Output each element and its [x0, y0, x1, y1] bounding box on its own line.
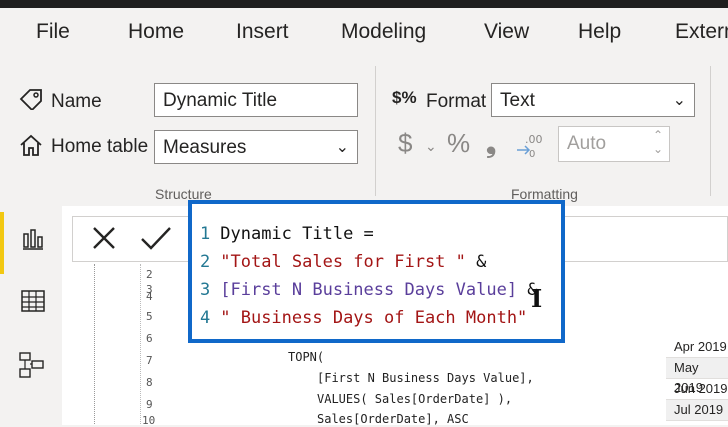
line-number: 4: [200, 308, 211, 328]
code-line: Sales[OrderDate], ASC: [317, 412, 469, 426]
decimal-places-icon[interactable]: .00 0: [515, 132, 543, 163]
view-switcher: [0, 206, 63, 425]
format-select[interactable]: Text ⌄: [491, 83, 695, 117]
decimal-places-input[interactable]: Auto ⌃ ⌄: [558, 126, 670, 162]
list-item[interactable]: Jul 2019: [666, 400, 728, 421]
code-line: TOPN(: [288, 350, 325, 364]
dax-editor[interactable]: 1 Dynamic Title = 2 "Total Sales for First…: [188, 200, 565, 343]
name-label: Name: [51, 91, 102, 112]
outline-guide: [140, 264, 142, 424]
comma-button[interactable]: ❟: [486, 128, 496, 160]
menu-bar: File Home Insert Modeling View Help Exte…: [0, 8, 728, 58]
spinner-icon[interactable]: ⌃ ⌄: [653, 128, 663, 156]
code-text: [First N Business Days Value]: [220, 280, 518, 300]
code-text: " Business Days of Each Month": [220, 308, 528, 328]
menu-modeling[interactable]: Modeling: [341, 20, 426, 44]
menu-file[interactable]: File: [36, 20, 70, 44]
home-icon: [18, 133, 44, 162]
code-operator: &: [465, 252, 487, 272]
menu-external[interactable]: Extern: [675, 20, 728, 44]
month-list: Apr 2019 May 2019 Jun 2019 Jul 2019: [666, 337, 728, 421]
chevron-down-icon[interactable]: ⌄: [425, 138, 437, 155]
list-item[interactable]: May 2019: [666, 358, 728, 395]
tag-icon: [18, 88, 44, 115]
format-label: Format: [426, 91, 487, 112]
home-table-select[interactable]: Measures ⌄: [154, 130, 358, 164]
line-number: 7: [146, 354, 153, 367]
line-number: 6: [146, 332, 153, 345]
chevron-down-icon: ⌄: [672, 92, 686, 109]
code-line-4: 4 " Business Days of Each Month": [200, 308, 527, 328]
menu-insert[interactable]: Insert: [236, 20, 289, 44]
line-number: 5: [146, 310, 153, 323]
format-value: Text: [500, 90, 535, 111]
ribbon: Name Dynamic Title Home table Measures ⌄…: [0, 58, 728, 207]
percent-button[interactable]: %: [447, 128, 470, 159]
line-number: 3: [200, 280, 211, 300]
ribbon-divider: [710, 66, 711, 196]
chevron-down-icon: ⌄: [335, 139, 349, 156]
name-field[interactable]: Dynamic Title: [154, 83, 358, 117]
decimal-places-value: Auto: [567, 133, 607, 154]
line-number: 2: [200, 252, 211, 272]
line-number: 2: [146, 268, 153, 281]
data-view-icon[interactable]: [20, 288, 46, 319]
line-number: 9: [146, 398, 153, 411]
menu-home[interactable]: Home: [128, 20, 184, 44]
home-table-value: Measures: [163, 137, 247, 158]
line-number: 1: [200, 224, 211, 244]
menu-help[interactable]: Help: [578, 20, 621, 44]
list-item[interactable]: Apr 2019: [666, 337, 728, 358]
active-view-indicator: [0, 212, 4, 274]
code-text: Dynamic Title =: [220, 224, 374, 244]
model-view-icon[interactable]: [18, 351, 46, 384]
menu-view[interactable]: View: [484, 20, 529, 44]
code-line: [First N Business Days Value],: [317, 371, 534, 385]
cancel-icon[interactable]: [89, 223, 119, 258]
format-icon: $%: [392, 88, 417, 107]
code-line-2: 2 "Total Sales for First " &: [200, 252, 486, 272]
ribbon-divider: [375, 66, 376, 196]
code-line: VALUES( Sales[OrderDate] ),: [317, 392, 513, 406]
text-cursor-icon: I: [531, 284, 543, 313]
window-title-bar: [0, 0, 728, 8]
currency-button[interactable]: $: [398, 128, 412, 159]
report-view-icon[interactable]: [20, 226, 46, 257]
code-line-1: 1 Dynamic Title =: [200, 224, 374, 244]
home-table-label: Home table: [51, 136, 149, 157]
line-number: 4: [146, 290, 153, 303]
commit-icon[interactable]: [139, 223, 173, 258]
code-line-3: 3 [First N Business Days Value] &: [200, 280, 538, 300]
svg-text:0: 0: [529, 149, 535, 158]
line-number: 10: [142, 414, 156, 427]
svg-text:.00: .00: [525, 133, 543, 146]
line-number: 8: [146, 376, 153, 389]
outline-guide: [94, 264, 96, 424]
list-item[interactable]: Jun 2019: [666, 379, 728, 400]
code-text: "Total Sales for First ": [220, 252, 466, 272]
